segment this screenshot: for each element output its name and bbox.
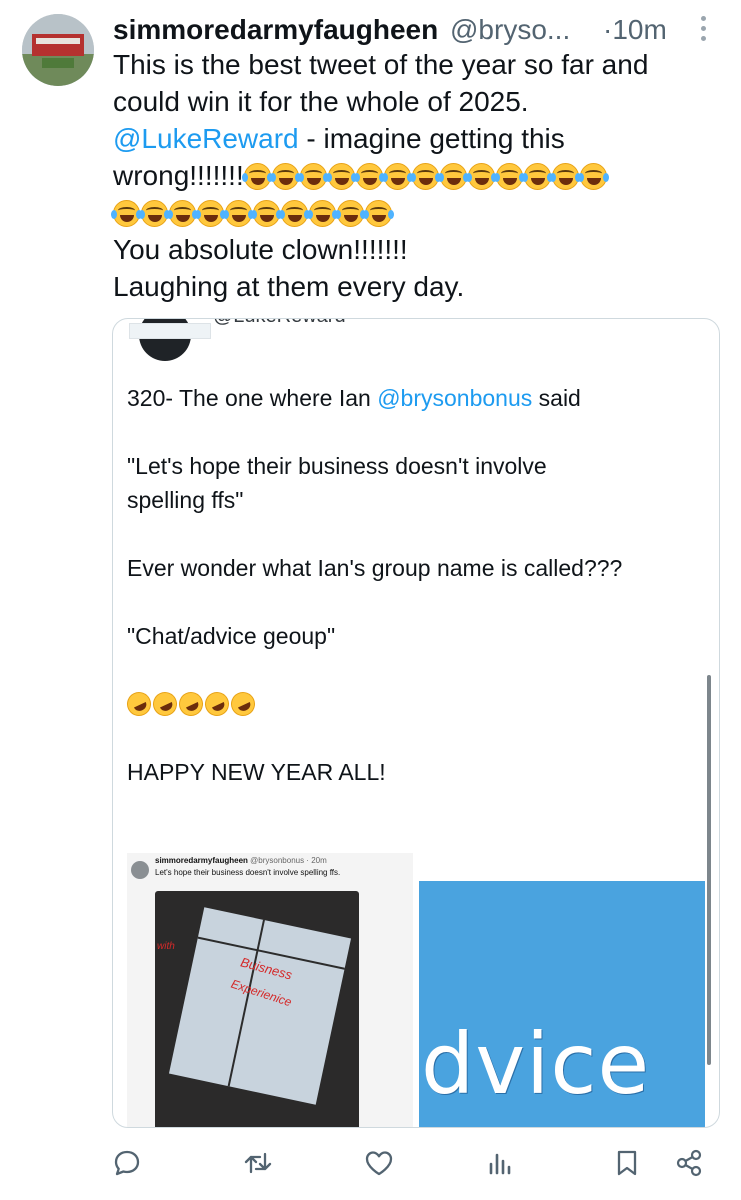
quoted-line: "Chat/advice geoup" xyxy=(127,623,336,649)
face-with-tears-of-joy-icon xyxy=(297,163,329,190)
face-with-tears-of-joy-icon xyxy=(493,163,525,190)
quoted-header: @LukeReward xyxy=(119,319,439,361)
rofl-emoji-row xyxy=(123,687,707,721)
scrollbar[interactable] xyxy=(707,675,711,1065)
face-with-tears-of-joy-icon xyxy=(307,200,338,227)
handwritten-note-photo: with Buisness Experienice xyxy=(155,891,359,1127)
zoomed-word: dvice xyxy=(421,1015,651,1113)
more-options-icon[interactable] xyxy=(696,16,710,46)
laughing-emoji-row xyxy=(241,160,609,191)
timestamp[interactable]: ·10m xyxy=(603,14,667,46)
face-with-tears-of-joy-icon xyxy=(251,200,282,227)
face-with-tears-of-joy-icon xyxy=(111,200,142,227)
quoted-line: 320- The one where Ian @brysonbonus said xyxy=(127,381,707,415)
quoted-line: HAPPY NEW YEAR ALL! xyxy=(127,759,386,785)
quoted-line: spelling ffs" xyxy=(127,487,244,513)
paper xyxy=(168,907,352,1105)
like-icon[interactable] xyxy=(364,1148,394,1178)
tweet-line: Laughing at them every day. xyxy=(113,271,465,302)
quoted-line-suffix: said xyxy=(532,385,581,411)
share-icon[interactable] xyxy=(674,1148,704,1178)
rolling-on-the-floor-laughing-icon xyxy=(227,688,259,720)
rolling-on-the-floor-laughing-icon xyxy=(149,688,181,720)
tweet-line: You absolute clown!!!!!!! xyxy=(113,234,408,265)
wrong-text: wrong!!!!!!! xyxy=(113,160,244,191)
bookmark-icon[interactable] xyxy=(612,1148,642,1178)
screenshot-text: Let's hope their business doesn't involv… xyxy=(155,868,341,877)
face-with-tears-of-joy-icon xyxy=(167,200,198,227)
quoted-line-prefix: 320- The one where Ian xyxy=(127,385,378,411)
face-with-tears-of-joy-icon xyxy=(353,163,385,190)
display-name[interactable]: simmoredarmyfaugheen xyxy=(113,14,438,45)
face-with-tears-of-joy-icon xyxy=(363,200,394,227)
tweet-line: This is the best tweet of the year so fa… xyxy=(113,49,649,80)
quoted-mention[interactable]: @brysonbonus xyxy=(377,385,532,411)
tweet-header: simmoredarmyfaugheen @bryso... ·10m xyxy=(113,14,713,48)
quoted-mini-header xyxy=(129,323,211,339)
views-icon[interactable] xyxy=(485,1148,515,1178)
reply-icon[interactable] xyxy=(112,1148,142,1178)
face-with-tears-of-joy-icon xyxy=(335,200,366,227)
tweet-line: could win it for the whole of 2025. xyxy=(113,86,529,117)
retweet-icon[interactable] xyxy=(243,1148,273,1178)
mention-suffix: - imagine getting this xyxy=(298,123,565,154)
embedded-screenshot[interactable]: simmoredarmyfaugheen @brysonbonus · 20m … xyxy=(127,853,413,1127)
face-with-tears-of-joy-icon xyxy=(139,200,170,227)
face-with-tears-of-joy-icon xyxy=(521,163,553,190)
laughing-emoji-row xyxy=(111,194,733,231)
action-bar xyxy=(0,1140,741,1190)
face-with-tears-of-joy-icon xyxy=(269,163,301,190)
face-with-tears-of-joy-icon xyxy=(465,163,497,190)
quoted-text: 320- The one where Ian @brysonbonus said… xyxy=(123,381,707,789)
tweet-line-wrong: wrong!!!!!!! xyxy=(113,157,733,194)
avatar[interactable] xyxy=(22,14,94,86)
quoted-line: Ever wonder what Ian's group name is cal… xyxy=(127,555,623,581)
face-with-tears-of-joy-icon xyxy=(195,200,226,227)
tweet-line-mention: @LukeReward - imagine getting this xyxy=(113,120,733,157)
quoted-tweet-card[interactable]: @LukeReward 320- The one where Ian @brys… xyxy=(112,318,720,1128)
screenshot-name: simmoredarmyfaugheen xyxy=(155,856,248,865)
handwriting: with xyxy=(157,941,175,952)
face-with-tears-of-joy-icon xyxy=(279,200,310,227)
face-with-tears-of-joy-icon xyxy=(241,163,273,190)
face-with-tears-of-joy-icon xyxy=(325,163,357,190)
screenshot-header: simmoredarmyfaugheen @brysonbonus · 20m xyxy=(155,856,327,865)
quoted-line: "Let's hope their business doesn't invol… xyxy=(127,453,547,479)
face-with-tears-of-joy-icon xyxy=(223,200,254,227)
rolling-on-the-floor-laughing-icon xyxy=(201,688,233,720)
screenshot-handle-time: @brysonbonus · 20m xyxy=(250,856,327,865)
face-with-tears-of-joy-icon xyxy=(409,163,441,190)
screenshot-avatar xyxy=(131,861,149,879)
face-with-tears-of-joy-icon xyxy=(381,163,413,190)
face-with-tears-of-joy-icon xyxy=(549,163,581,190)
face-with-tears-of-joy-icon xyxy=(577,163,609,190)
rolling-on-the-floor-laughing-icon xyxy=(175,688,207,720)
tweet-text: This is the best tweet of the year so fa… xyxy=(111,46,733,305)
zoomed-image[interactable]: dvice xyxy=(419,881,705,1127)
mention-link[interactable]: @LukeReward xyxy=(113,123,299,154)
face-with-tears-of-joy-icon xyxy=(437,163,469,190)
rolling-on-the-floor-laughing-icon xyxy=(123,688,155,720)
user-handle[interactable]: @bryso... xyxy=(450,14,570,45)
quoted-handle[interactable]: @LukeReward xyxy=(213,319,346,328)
